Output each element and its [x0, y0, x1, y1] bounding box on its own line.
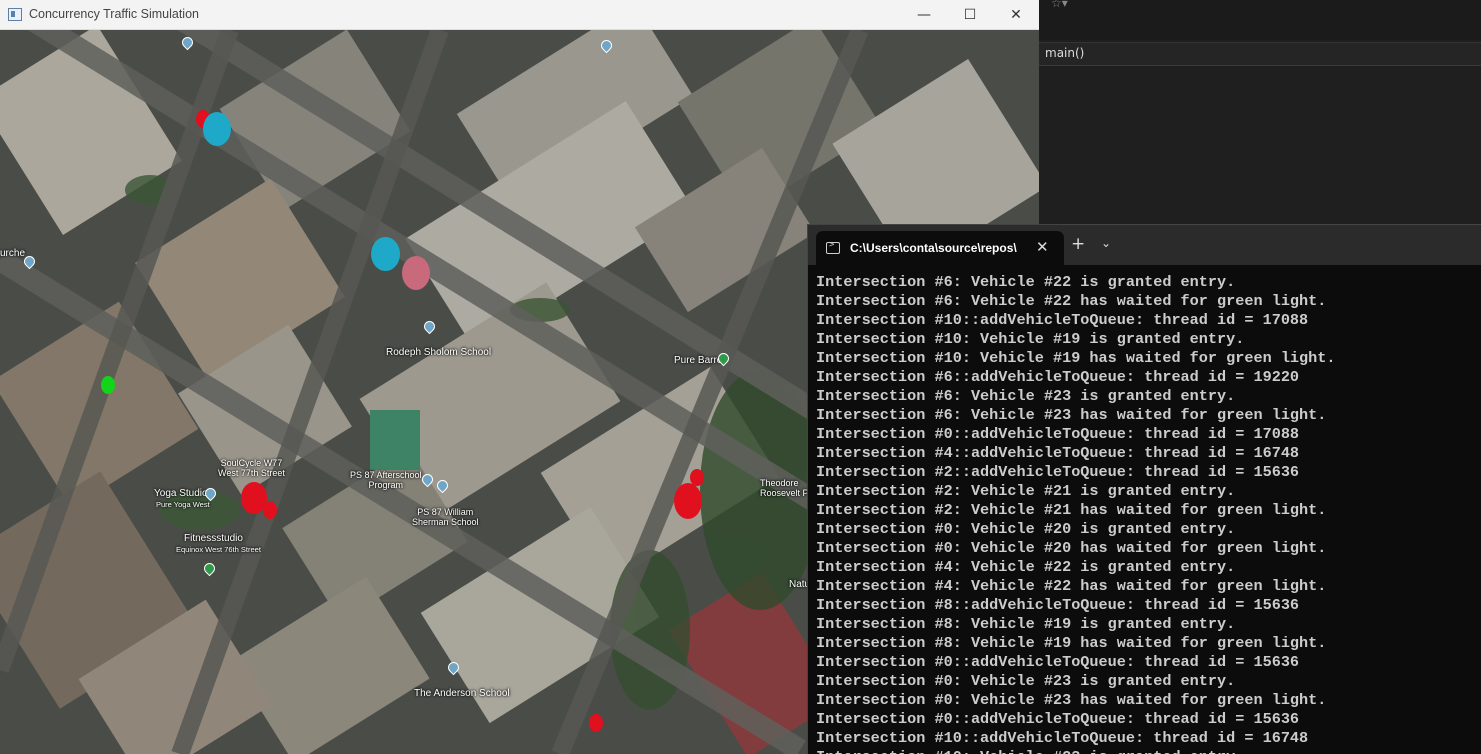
- simulation-titlebar[interactable]: Concurrency Traffic Simulation — ☐ ✕: [0, 0, 1039, 30]
- traffic-light-red: [263, 501, 277, 519]
- terminal-line: Intersection #0: Vehicle #23 has waited …: [816, 691, 1327, 709]
- vehicle-cyan: [371, 237, 400, 271]
- terminal-line: Intersection #10: Vehicle #19 is granted…: [816, 330, 1245, 348]
- terminal-line: Intersection #0::addVehicleToQueue: thre…: [816, 653, 1300, 671]
- terminal-line: Intersection #4: Vehicle #22 is granted …: [816, 558, 1236, 576]
- terminal-line: Intersection #6: Vehicle #22 is granted …: [816, 273, 1236, 291]
- terminal-icon: [826, 240, 840, 254]
- maximize-button[interactable]: ☐: [947, 0, 993, 30]
- terminal-output[interactable]: Intersection #6: Vehicle #22 is granted …: [816, 273, 1476, 754]
- close-tab-icon[interactable]: ✕: [1036, 238, 1049, 256]
- terminal-line: Intersection #0::addVehicleToQueue: thre…: [816, 710, 1300, 728]
- vehicle-cyan: [203, 112, 231, 146]
- new-tab-button[interactable]: +: [1071, 234, 1085, 254]
- terminal-line: Intersection #4: Vehicle #22 has waited …: [816, 577, 1327, 595]
- terminal-line: Intersection #6: Vehicle #23 has waited …: [816, 406, 1327, 424]
- terminal-tab-title: C:\Users\conta\source\repos\: [850, 241, 1017, 255]
- map-label-fitnessstudio: Fitnessstudio: [184, 533, 243, 544]
- minimize-button[interactable]: —: [901, 0, 947, 30]
- app-window-icon: [8, 8, 22, 21]
- terminal-line: Intersection #10::addVehicleToQueue: thr…: [816, 311, 1309, 329]
- map-label-pure-barre: Pure Barre: [674, 355, 723, 366]
- terminal-line: Intersection #0: Vehicle #20 has waited …: [816, 539, 1327, 557]
- map-label-rodeph-sholom: Rodeph Sholom School: [386, 347, 492, 358]
- map-label-soulcycle: SoulCycle W77 West 77th Street: [218, 458, 285, 478]
- close-button[interactable]: ✕: [993, 0, 1039, 30]
- map-label-fitness-sub: Equinox West 76th Street: [176, 545, 261, 554]
- chevron-down-icon[interactable]: ⌄: [1101, 236, 1111, 250]
- ide-function-bar[interactable]: main(): [1039, 42, 1481, 66]
- window-title: Concurrency Traffic Simulation: [29, 7, 199, 21]
- terminal-line: Intersection #4::addVehicleToQueue: thre…: [816, 444, 1300, 462]
- traffic-light-red: [690, 469, 704, 486]
- map-label-theodore-roosevelt: Theodore Roosevelt Pa: [760, 478, 814, 498]
- map-label-anderson-school: The Anderson School: [414, 688, 510, 699]
- terminal-line: Intersection #0: Vehicle #20 is granted …: [816, 520, 1236, 538]
- ide-star-icon[interactable]: ☆▾: [1051, 0, 1068, 10]
- terminal-line: Intersection #6: Vehicle #22 has waited …: [816, 292, 1327, 310]
- terminal-tabbar[interactable]: C:\Users\conta\source\repos\ ✕ + ⌄: [808, 225, 1481, 265]
- terminal-tab[interactable]: C:\Users\conta\source\repos\ ✕: [816, 231, 1064, 265]
- map-label-urche: urche: [0, 248, 26, 259]
- terminal-line: Intersection #8: Vehicle #19 has waited …: [816, 634, 1327, 652]
- terminal-line: Intersection #2: Vehicle #21 has waited …: [816, 501, 1327, 519]
- vehicle-red: [674, 483, 702, 519]
- terminal-line: Intersection #10::addVehicleToQueue: thr…: [816, 729, 1309, 747]
- terminal-window: C:\Users\conta\source\repos\ ✕ + ⌄ Inter…: [807, 224, 1481, 754]
- terminal-line: Intersection #6::addVehicleToQueue: thre…: [816, 368, 1300, 386]
- terminal-line: Intersection #0::addVehicleToQueue: thre…: [816, 425, 1300, 443]
- traffic-light-green: [101, 376, 115, 394]
- ide-toolbar: ☆▾: [1039, 0, 1481, 40]
- terminal-line: Intersection #10: Vehicle #23 is granted…: [816, 748, 1476, 754]
- terminal-line: Intersection #0: Vehicle #23 is granted …: [816, 672, 1236, 690]
- map-label-ps87-afterschool: PS 87 Afterschool Program: [350, 470, 422, 490]
- map-label-ps87-william-sherman: PS 87 William Sherman School: [412, 507, 479, 527]
- terminal-line: Intersection #8::addVehicleToQueue: thre…: [816, 596, 1300, 614]
- traffic-light-red: [589, 714, 603, 732]
- terminal-line: Intersection #8: Vehicle #19 is granted …: [816, 615, 1236, 633]
- terminal-line: Intersection #10: Vehicle #19 has waited…: [816, 349, 1336, 367]
- vehicle-pink: [402, 256, 430, 290]
- terminal-line: Intersection #2: Vehicle #21 is granted …: [816, 482, 1236, 500]
- map-label-yoga-sub: Pure Yoga West: [156, 500, 210, 509]
- terminal-line: Intersection #2::addVehicleToQueue: thre…: [816, 463, 1300, 481]
- terminal-line: Intersection #6: Vehicle #23 is granted …: [816, 387, 1236, 405]
- ide-function-label[interactable]: main(): [1045, 46, 1084, 60]
- map-label-yoga-studio: Yoga Studio: [154, 488, 208, 499]
